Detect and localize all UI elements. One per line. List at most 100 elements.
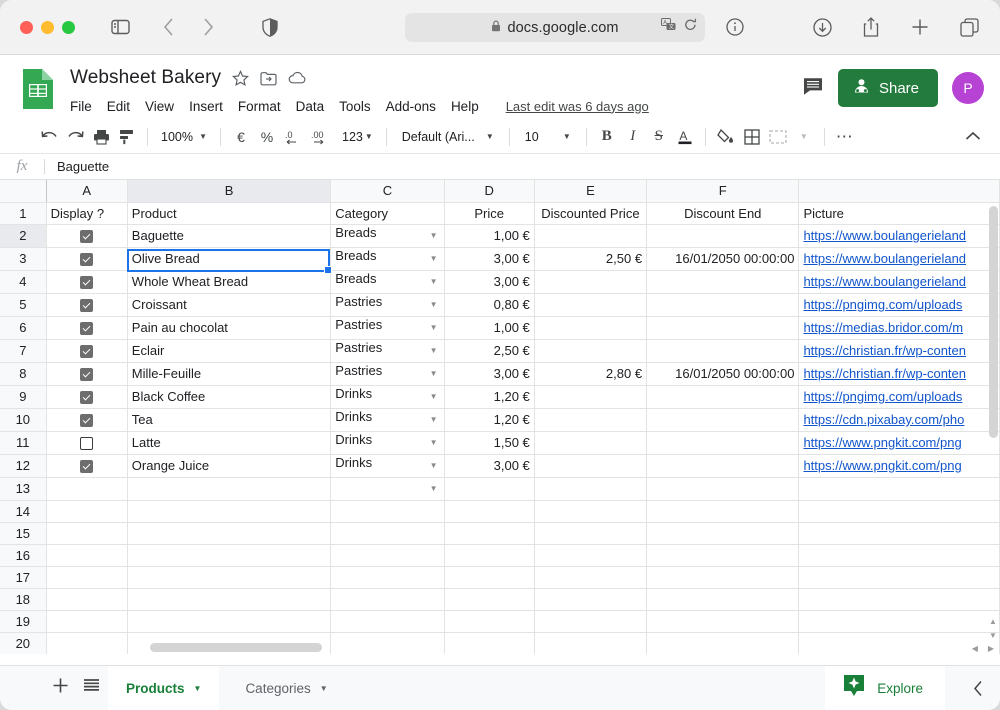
cell-g8[interactable]: https://christian.fr/wp-conten xyxy=(798,362,1000,386)
menu-insert[interactable]: Insert xyxy=(189,99,223,114)
cell-d10[interactable]: 1,20 € xyxy=(444,408,535,432)
cell-c19[interactable] xyxy=(330,610,445,633)
cell-g16[interactable] xyxy=(798,544,1000,567)
cell-b19[interactable] xyxy=(127,610,332,633)
cell-g7[interactable]: https://christian.fr/wp-conten xyxy=(798,339,1000,363)
picture-link[interactable]: https://christian.fr/wp-conten xyxy=(803,366,966,381)
picture-link[interactable]: https://pngimg.com/uploads xyxy=(803,389,962,404)
vertical-scrollbar[interactable] xyxy=(989,206,998,616)
picture-link[interactable]: https://www.pngkit.com/png xyxy=(803,435,961,450)
merge-dropdown-caret[interactable]: ▼ xyxy=(791,124,817,150)
chevron-down-icon[interactable]: ▼ xyxy=(430,409,438,431)
column-header-a[interactable]: A xyxy=(46,180,128,203)
back-arrow-icon[interactable] xyxy=(153,12,183,42)
cell-d1[interactable]: Price xyxy=(444,202,535,225)
merge-cells-icon[interactable] xyxy=(765,124,791,150)
cell-g6[interactable]: https://medias.bridor.com/m xyxy=(798,316,1000,340)
cell-g17[interactable] xyxy=(798,566,1000,589)
cell-a5[interactable] xyxy=(46,293,128,317)
translate-icon[interactable]: A 文 xyxy=(661,18,677,37)
picture-link[interactable]: https://medias.bridor.com/m xyxy=(803,320,963,335)
scroll-right-icon[interactable]: ▶ xyxy=(988,644,994,653)
cell-a6[interactable] xyxy=(46,316,128,340)
cell-c5[interactable]: Pastries ▼ xyxy=(330,293,445,317)
italic-button[interactable]: I xyxy=(620,124,646,150)
cell-f17[interactable] xyxy=(646,566,800,589)
last-edit-link[interactable]: Last edit was 6 days ago xyxy=(506,99,649,114)
chevron-down-icon[interactable]: ▼ xyxy=(430,248,438,270)
cell-d9[interactable]: 1,20 € xyxy=(444,385,535,409)
cell-g9[interactable]: https://pngimg.com/uploads xyxy=(798,385,1000,409)
row-header-18[interactable]: 18 xyxy=(0,588,47,611)
cell-e6[interactable] xyxy=(534,316,648,340)
picture-link[interactable]: https://pngimg.com/uploads xyxy=(803,297,962,312)
cell-d16[interactable] xyxy=(444,544,535,567)
collapse-icon[interactable] xyxy=(973,666,984,710)
cell-c13[interactable]: ▼ xyxy=(330,477,445,501)
comment-icon[interactable] xyxy=(802,75,824,102)
cell-b15[interactable] xyxy=(127,522,332,545)
cell-c1[interactable]: Category xyxy=(330,202,445,225)
cell-a8[interactable] xyxy=(46,362,128,386)
row-header-7[interactable]: 7 xyxy=(0,339,47,363)
increase-decimal-button[interactable]: .00 xyxy=(306,124,336,150)
star-icon[interactable] xyxy=(232,69,250,87)
strikethrough-button[interactable]: S xyxy=(646,124,672,150)
cell-c15[interactable] xyxy=(330,522,445,545)
cell-f9[interactable] xyxy=(646,385,800,409)
picture-link[interactable]: https://www.pngkit.com/png xyxy=(803,458,961,473)
cell-b14[interactable] xyxy=(127,500,332,523)
privacy-shield-icon[interactable] xyxy=(255,12,285,42)
minimize-window-button[interactable] xyxy=(41,20,54,34)
cell-a12[interactable] xyxy=(46,454,128,478)
cell-f19[interactable] xyxy=(646,610,800,633)
cell-d2[interactable]: 1,00 € xyxy=(444,224,535,248)
row-header-13[interactable]: 13 xyxy=(0,477,47,501)
picture-link[interactable]: https://www.boulangerieland xyxy=(803,274,966,289)
display-checkbox[interactable] xyxy=(80,460,94,474)
cell-e5[interactable] xyxy=(534,293,648,317)
cell-f7[interactable] xyxy=(646,339,800,363)
share-button[interactable]: Share xyxy=(837,69,938,107)
percent-format-button[interactable]: % xyxy=(254,124,280,150)
cell-g14[interactable] xyxy=(798,500,1000,523)
sheet-tab-categories[interactable]: Categories ▼ xyxy=(227,666,345,710)
font-family-selector[interactable]: Default (Ari... ▼ xyxy=(394,124,502,150)
vertical-scroll-thumb[interactable] xyxy=(989,206,998,438)
menu-file[interactable]: File xyxy=(70,99,92,114)
column-header-c[interactable]: C xyxy=(330,180,445,203)
undo-icon[interactable] xyxy=(36,124,62,150)
currency-format-button[interactable]: € xyxy=(228,124,254,150)
menu-edit[interactable]: Edit xyxy=(107,99,130,114)
scroll-left-icon[interactable]: ◀ xyxy=(972,644,978,653)
cell-b6[interactable]: Pain au chocolat xyxy=(127,316,332,340)
cell-a2[interactable] xyxy=(46,224,128,248)
display-checkbox[interactable] xyxy=(80,437,94,451)
move-to-folder-icon[interactable] xyxy=(260,71,277,86)
cell-c9[interactable]: Drinks ▼ xyxy=(330,385,445,409)
chevron-down-icon[interactable]: ▼ xyxy=(320,684,328,693)
paint-format-icon[interactable] xyxy=(114,124,140,150)
row-header-19[interactable]: 19 xyxy=(0,610,47,633)
picture-link[interactable]: https://www.boulangerieland xyxy=(803,251,966,266)
column-header-b[interactable]: B xyxy=(127,180,332,203)
cell-a1[interactable]: Display ? xyxy=(46,202,128,225)
menu-data[interactable]: Data xyxy=(296,99,325,114)
cell-b1[interactable]: Product xyxy=(127,202,332,225)
cell-f1[interactable]: Discount End xyxy=(646,202,800,225)
cell-b7[interactable]: Eclair xyxy=(127,339,332,363)
cell-f10[interactable] xyxy=(646,408,800,432)
cell-c8[interactable]: Pastries ▼ xyxy=(330,362,445,386)
redo-icon[interactable] xyxy=(62,124,88,150)
cell-f5[interactable] xyxy=(646,293,800,317)
cell-c12[interactable]: Drinks ▼ xyxy=(330,454,445,478)
display-checkbox[interactable] xyxy=(80,322,94,336)
row-header-20[interactable]: 20 xyxy=(0,632,47,654)
cell-f4[interactable] xyxy=(646,270,800,294)
cell-b11[interactable]: Latte xyxy=(127,431,332,455)
row-header-4[interactable]: 4 xyxy=(0,270,47,294)
cell-e19[interactable] xyxy=(534,610,648,633)
cell-b12[interactable]: Orange Juice xyxy=(127,454,332,478)
chevron-down-icon[interactable]: ▼ xyxy=(430,478,438,500)
close-window-button[interactable] xyxy=(20,20,33,34)
